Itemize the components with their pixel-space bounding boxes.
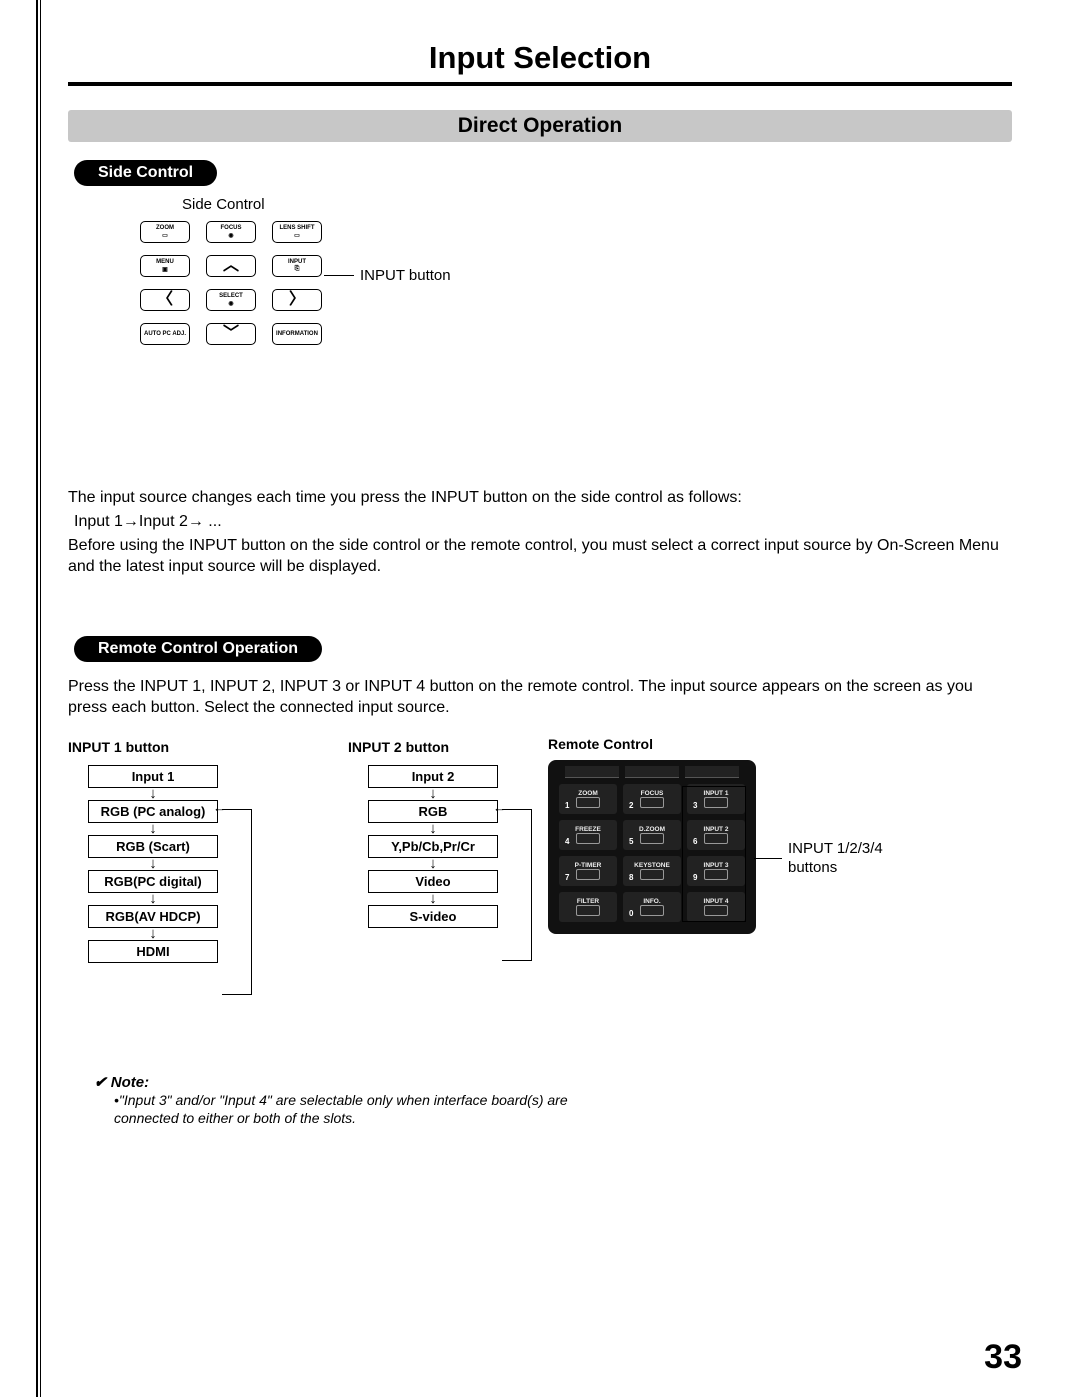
remote-button[interactable]: FOCUS 2 bbox=[623, 784, 681, 814]
flow-head: INPUT 1 button bbox=[68, 739, 238, 755]
sc-label: LENS SHIFT bbox=[279, 225, 314, 231]
focus-icon: ◉ bbox=[228, 232, 233, 239]
remote-button-label: FOCUS bbox=[641, 790, 664, 797]
input-sequence: Input 1→Input 2→ ... bbox=[74, 513, 1012, 531]
sc-label: INPUT bbox=[288, 259, 306, 265]
remote-button-pill-icon bbox=[640, 833, 664, 844]
remote-button-label: FILTER bbox=[577, 898, 599, 905]
pill-side-control: Side Control bbox=[74, 160, 217, 186]
lensshift-icon: ▭ bbox=[294, 232, 300, 239]
sc-left-button[interactable]: 〈 bbox=[140, 289, 190, 311]
sc-label: AUTO PC ADJ. bbox=[144, 331, 186, 337]
title-rule bbox=[68, 82, 1012, 86]
remote-button-pill-icon bbox=[576, 869, 600, 880]
section-bar-direct-operation: Direct Operation bbox=[68, 110, 1012, 142]
remote-button[interactable]: D.ZOOM 5 bbox=[623, 820, 681, 850]
remote-button-number: 7 bbox=[565, 873, 569, 882]
remote-button[interactable]: ZOOM 1 bbox=[559, 784, 617, 814]
arrow-down-icon: ↓ bbox=[348, 894, 518, 904]
page-number: 33 bbox=[984, 1338, 1022, 1377]
remote-button-label: FREEZE bbox=[575, 826, 601, 833]
arrow-down-icon: ↓ bbox=[68, 929, 238, 939]
arrow-left-icon: ← bbox=[213, 803, 226, 813]
sc-select-button[interactable]: SELECT◉ bbox=[206, 289, 256, 311]
page-title: Input Selection bbox=[68, 40, 1012, 76]
side-control-caption: Side Control bbox=[182, 196, 1012, 213]
sc-information-button[interactable]: INFORMATION bbox=[272, 323, 322, 345]
menu-icon: ▣ bbox=[162, 266, 168, 273]
remote-button-number: 1 bbox=[565, 801, 569, 810]
remote-button-number: 2 bbox=[629, 801, 633, 810]
remote-control-title: Remote Control bbox=[548, 736, 888, 752]
pill-remote-control-operation: Remote Control Operation bbox=[74, 636, 322, 662]
sc-up-button[interactable]: ︿ bbox=[206, 255, 256, 277]
flow-box: HDMI bbox=[88, 940, 218, 963]
flow-head: INPUT 2 button bbox=[348, 739, 518, 755]
sc-autopc-button[interactable]: AUTO PC ADJ. bbox=[140, 323, 190, 345]
flow-input2: INPUT 2 button Input 2 ↓ RGB ↓ Y,Pb/Cb,P… bbox=[348, 739, 518, 963]
remote-button[interactable]: KEYSTONE8 bbox=[623, 856, 681, 886]
remote-button-number: 4 bbox=[565, 837, 569, 846]
remote-button[interactable]: P-TIMER 7 bbox=[559, 856, 617, 886]
input-icon: ⎘ bbox=[295, 266, 300, 273]
remote-button-pill-icon bbox=[576, 905, 600, 916]
arrow-down-icon: ↓ bbox=[68, 824, 238, 834]
sc-input-button[interactable]: INPUT⎘ bbox=[272, 255, 322, 277]
sc-lensshift-button[interactable]: LENS SHIFT▭ bbox=[272, 221, 322, 243]
sc-label: INFORMATION bbox=[276, 331, 318, 337]
note-body: •"Input 3" and/or "Input 4" are selectab… bbox=[114, 1091, 624, 1127]
arrow-down-icon: ↓ bbox=[348, 789, 518, 799]
remote-button[interactable]: INFO. 0 bbox=[623, 892, 681, 922]
chevron-down-icon: ﹀ bbox=[223, 327, 239, 341]
remote-button[interactable]: FILTER bbox=[559, 892, 617, 922]
note-heading: Note: bbox=[94, 1073, 1012, 1091]
arrow-down-icon: ↓ bbox=[68, 859, 238, 869]
remote-button-number: 0 bbox=[629, 909, 633, 918]
chevron-up-icon: ︿ bbox=[223, 259, 239, 273]
paragraph-input-rotation: The input source changes each time you p… bbox=[68, 487, 1012, 509]
remote-button-label: P-TIMER bbox=[575, 862, 602, 869]
remote-button-label: D.ZOOM bbox=[639, 826, 665, 833]
sc-menu-button[interactable]: MENU▣ bbox=[140, 255, 190, 277]
arrow-down-icon: ↓ bbox=[348, 859, 518, 869]
remote-button-pill-icon bbox=[576, 797, 600, 808]
sc-zoom-button[interactable]: ZOOM▭ bbox=[140, 221, 190, 243]
remote-button-pill-icon bbox=[640, 905, 664, 916]
chevron-left-icon: 〈 bbox=[157, 293, 173, 307]
remote-button-label: ZOOM bbox=[578, 790, 598, 797]
sc-label: MENU bbox=[156, 259, 174, 265]
sc-right-button[interactable]: 〉 bbox=[272, 289, 322, 311]
remote-button-label: KEYSTONE bbox=[634, 862, 670, 869]
sc-label: SELECT bbox=[219, 293, 243, 299]
arrow-left-icon: ← bbox=[493, 803, 506, 813]
input-buttons-highlight bbox=[682, 786, 746, 922]
select-icon: ◉ bbox=[228, 300, 233, 307]
sc-label: ZOOM bbox=[156, 225, 174, 231]
sc-down-button[interactable]: ﹀ bbox=[206, 323, 256, 345]
remote-button-pill-icon bbox=[640, 869, 664, 880]
arrow-down-icon: ↓ bbox=[68, 789, 238, 799]
remote-button-number: 5 bbox=[629, 837, 633, 846]
side-control-panel: ZOOM▭ FOCUS◉ LENS SHIFT▭ MENU▣ ︿ INPUT⎘ … bbox=[140, 221, 470, 411]
arrow-down-icon: ↓ bbox=[348, 824, 518, 834]
paragraph-remote: Press the INPUT 1, INPUT 2, INPUT 3 or I… bbox=[68, 676, 1012, 719]
flow-input1: INPUT 1 button Input 1 ↓ RGB (PC analog)… bbox=[68, 739, 238, 963]
sc-label: FOCUS bbox=[221, 225, 242, 231]
flow-box: S-video bbox=[368, 905, 498, 928]
input-buttons-leader: INPUT 1/2/3/4 buttons bbox=[788, 840, 908, 878]
remote-button-pill-icon bbox=[640, 797, 664, 808]
remote-button-label: INFO. bbox=[643, 898, 660, 905]
paragraph-osd-note: Before using the INPUT button on the sid… bbox=[68, 535, 1012, 578]
arrow-down-icon: ↓ bbox=[68, 894, 238, 904]
remote-button[interactable]: FREEZE 4 bbox=[559, 820, 617, 850]
chevron-right-icon: 〉 bbox=[289, 293, 305, 307]
sc-focus-button[interactable]: FOCUS◉ bbox=[206, 221, 256, 243]
remote-button-number: 8 bbox=[629, 873, 633, 882]
input-button-leader: INPUT button bbox=[360, 267, 451, 284]
zoom-icon: ▭ bbox=[162, 232, 168, 239]
remote-button-pill-icon bbox=[576, 833, 600, 844]
